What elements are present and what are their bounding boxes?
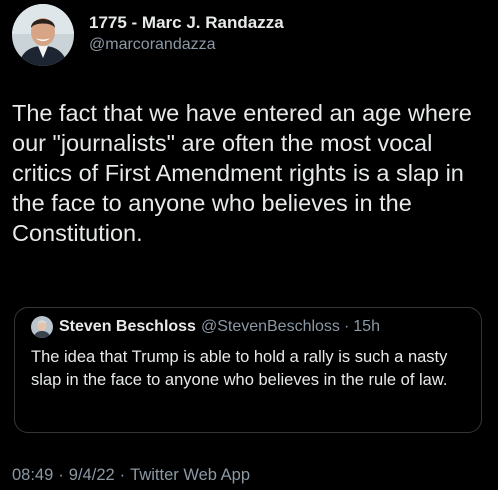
quoted-timestamp: 15h	[353, 318, 380, 335]
quoted-author-handle: @StevenBeschloss	[200, 318, 340, 335]
tweet-time[interactable]: 08:49	[12, 466, 53, 484]
profile-photo-icon	[31, 316, 53, 338]
author-names: 1775 - Marc J. Randazza @marcorandazza	[89, 12, 284, 56]
quoted-author-avatar	[31, 316, 53, 338]
tweet-date[interactable]: 9/4/22	[69, 466, 115, 484]
author-row: 1775 - Marc J. Randazza @marcorandazza	[12, 4, 284, 66]
author-handle[interactable]: @marcorandazza	[89, 34, 284, 56]
quoted-separator: ·	[343, 318, 350, 335]
quoted-author-name: Steven Beschloss	[59, 318, 196, 335]
author-display-name[interactable]: 1775 - Marc J. Randazza	[89, 12, 284, 34]
quoted-tweet-card[interactable]: Steven Beschloss @StevenBeschloss · 15h …	[14, 307, 482, 433]
quoted-tweet-text: The idea that Trump is able to hold a ra…	[31, 348, 448, 389]
meta-separator: ·	[58, 466, 64, 484]
quoted-tweet-header: Steven Beschloss @StevenBeschloss · 15h	[31, 316, 380, 338]
tweet: 1775 - Marc J. Randazza @marcorandazza T…	[0, 0, 498, 490]
meta-separator: ·	[119, 466, 126, 484]
profile-photo-icon	[12, 4, 74, 66]
tweet-text: The fact that we have entered an age whe…	[12, 100, 472, 246]
tweet-meta: 08:49 · 9/4/22 · Twitter Web App	[12, 466, 250, 485]
author-avatar[interactable]	[12, 4, 74, 66]
tweet-source[interactable]: Twitter Web App	[130, 466, 250, 484]
